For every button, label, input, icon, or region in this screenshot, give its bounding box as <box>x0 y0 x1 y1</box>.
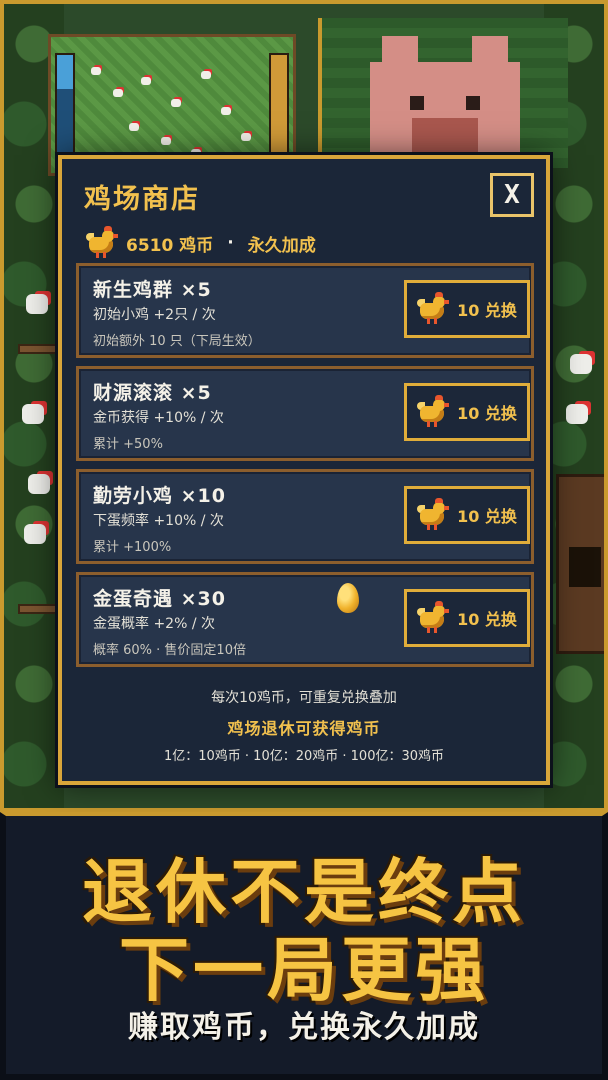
upgrade-effect: 初始小鸡 +2只 / 次 <box>93 307 216 323</box>
field-chicken <box>171 99 181 107</box>
upgrade-effect: 下蛋频率 +10% / 次 <box>93 513 224 529</box>
chicken-coin-icon <box>417 395 450 427</box>
golden-egg-icon <box>337 583 359 613</box>
field-chicken <box>161 137 171 145</box>
banner-headline-2: 下一局更强 <box>119 929 489 1011</box>
upgrade-name: 金蛋奇遇 ×30 <box>93 588 226 610</box>
pig-icon <box>370 36 520 162</box>
shop-title: 鸡场商店 <box>84 184 200 215</box>
retire-note: 鸡场退休可获得鸡币 <box>227 719 381 738</box>
exchange-button[interactable]: 10 兑换 <box>404 486 530 544</box>
reward-tiers: 1亿：10鸡币 · 10亿：20鸡币 · 100亿：30鸡币 <box>163 749 445 764</box>
chicken-icon <box>26 294 48 314</box>
close-button[interactable]: X <box>490 173 534 217</box>
chicken-coin-icon <box>86 226 118 258</box>
field-chicken <box>221 107 231 115</box>
upgrade-name: 勤劳小鸡 ×10 <box>93 485 226 507</box>
upgrade-effect: 金蛋概率 +2% / 次 <box>93 616 216 632</box>
exchange-label: 10 兑换 <box>457 404 517 423</box>
chicken-icon <box>28 474 50 494</box>
chicken-coin-icon <box>417 601 450 633</box>
upgrade-total: 概率 60% · 售价固定10倍 <box>93 643 246 658</box>
upgrade-item-new-flock: 新生鸡群 ×5 初始小鸡 +2只 / 次 初始额外 10 只（下局生效） 10 … <box>76 263 534 358</box>
upgrade-effect: 金币获得 +10% / 次 <box>93 410 224 426</box>
exchange-button[interactable]: 10 兑换 <box>404 589 530 647</box>
pig-pen <box>318 18 568 168</box>
promo-banner: 退休不是终点 下一局更强 赚取鸡币，兑换永久加成 <box>0 812 608 1080</box>
upgrade-total: 累计 +50% <box>93 437 163 452</box>
field-chicken <box>141 77 151 85</box>
shop-modal: 鸡场商店 X 6510 鸡币 · 永久加成 新生鸡群 ×5 初始小鸡 +2只 /… <box>58 155 550 785</box>
chicken-icon <box>566 404 588 424</box>
field-chicken <box>201 71 211 79</box>
upgrade-name: 财源滚滚 ×5 <box>93 382 212 404</box>
chicken-icon <box>22 404 44 424</box>
barn <box>556 474 604 654</box>
chicken-icon <box>570 354 592 374</box>
field-progress-right <box>269 53 289 171</box>
upgrade-item-golden-egg: 金蛋奇遇 ×30 金蛋概率 +2% / 次 概率 60% · 售价固定10倍 1… <box>76 572 534 667</box>
banner-subtitle: 赚取鸡币，兑换永久加成 <box>128 1010 480 1045</box>
exchange-label: 10 兑换 <box>457 507 517 526</box>
field-chicken <box>113 89 123 97</box>
upgrade-list: 新生鸡群 ×5 初始小鸡 +2只 / 次 初始额外 10 只（下局生效） 10 … <box>76 263 534 675</box>
upgrade-item-wealth: 财源滚滚 ×5 金币获得 +10% / 次 累计 +50% 10 兑换 <box>76 366 534 461</box>
repeat-note: 每次10鸡币，可重复兑换叠加 <box>211 690 397 706</box>
chicken-icon <box>24 524 46 544</box>
coin-balance: 6510 鸡币 · 永久加成 <box>86 225 316 261</box>
upgrade-total: 累计 +100% <box>93 540 172 555</box>
chicken-coin-icon <box>417 292 450 324</box>
exchange-button[interactable]: 10 兑换 <box>404 280 530 338</box>
upgrade-total: 初始额外 10 只（下局生效） <box>93 334 261 349</box>
coin-amount: 6510 鸡币 <box>126 235 214 256</box>
fence <box>18 344 62 354</box>
field-chicken <box>129 123 139 131</box>
close-icon: X <box>504 180 520 210</box>
field-progress-left <box>55 53 75 171</box>
coin-separator: · <box>227 233 234 253</box>
field-chicken <box>241 133 251 141</box>
exchange-label: 10 兑换 <box>457 610 517 629</box>
field-chicken <box>91 67 101 75</box>
chicken-coin-icon <box>417 498 450 530</box>
exchange-label: 10 兑换 <box>457 301 517 320</box>
coin-note: 永久加成 <box>247 235 316 256</box>
fence <box>18 604 62 614</box>
exchange-button[interactable]: 10 兑换 <box>404 383 530 441</box>
upgrade-item-diligent-chicken: 勤劳小鸡 ×10 下蛋频率 +10% / 次 累计 +100% 10 兑换 <box>76 469 534 564</box>
upgrade-name: 新生鸡群 ×5 <box>93 279 212 301</box>
